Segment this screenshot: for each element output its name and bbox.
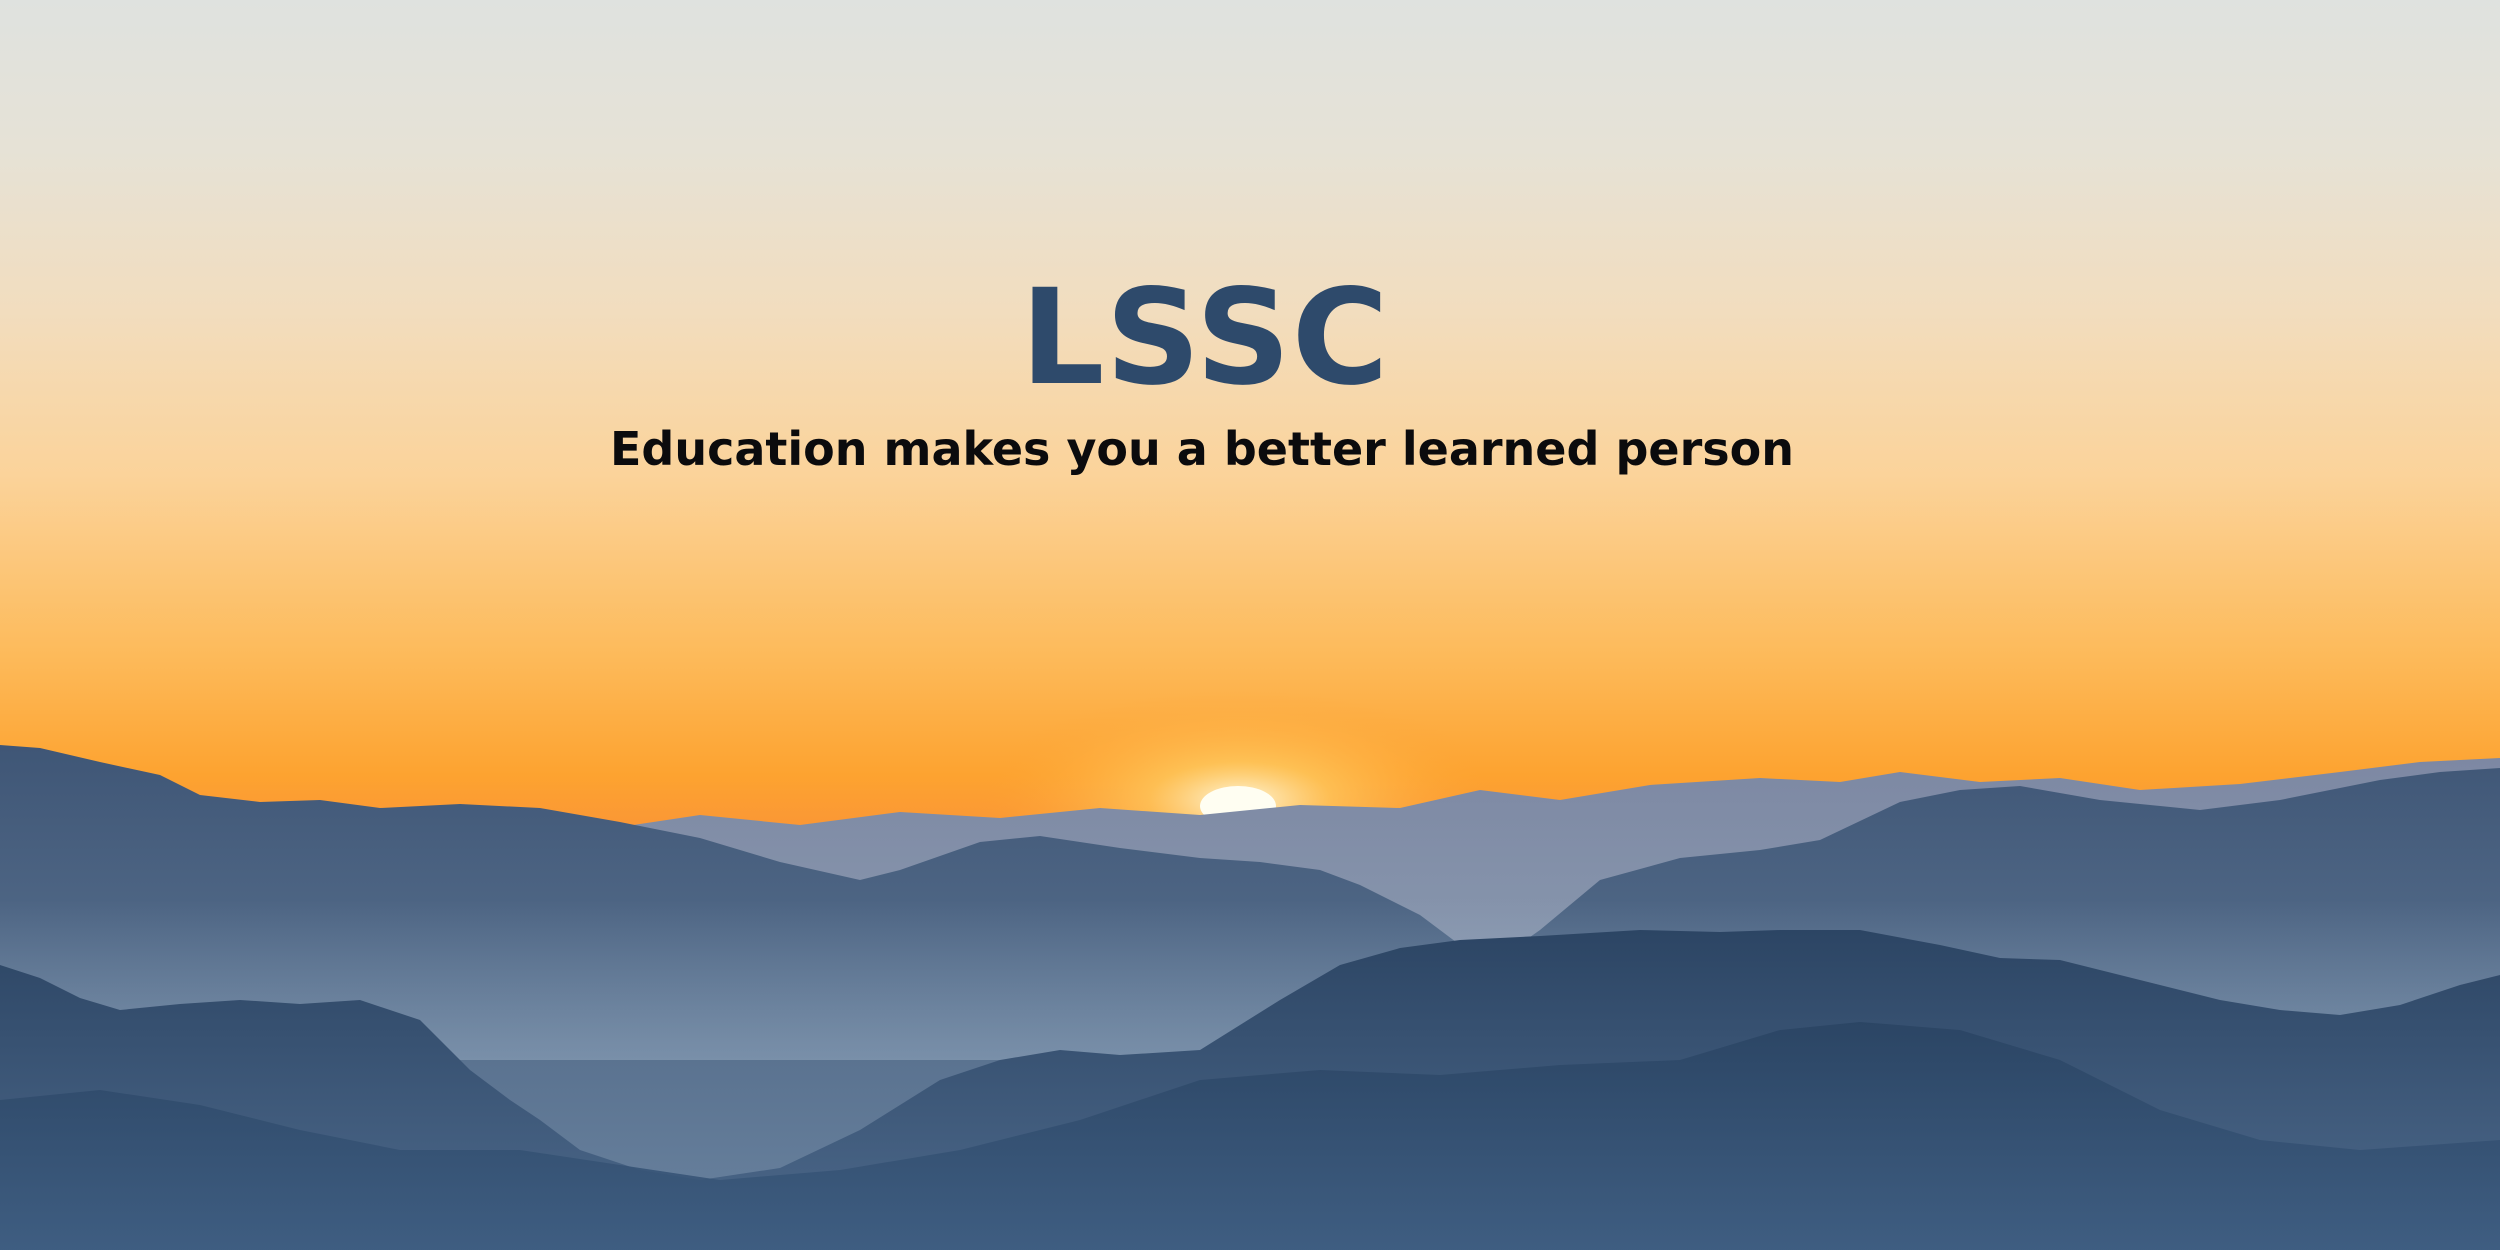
hero-banner: LSSC Education makes you a better learne… (0, 0, 2500, 1250)
mountain-sunrise-background (0, 0, 2500, 1250)
site-tagline: Education makes you a better learned per… (610, 422, 1794, 476)
site-title: LSSC (1020, 261, 1390, 415)
